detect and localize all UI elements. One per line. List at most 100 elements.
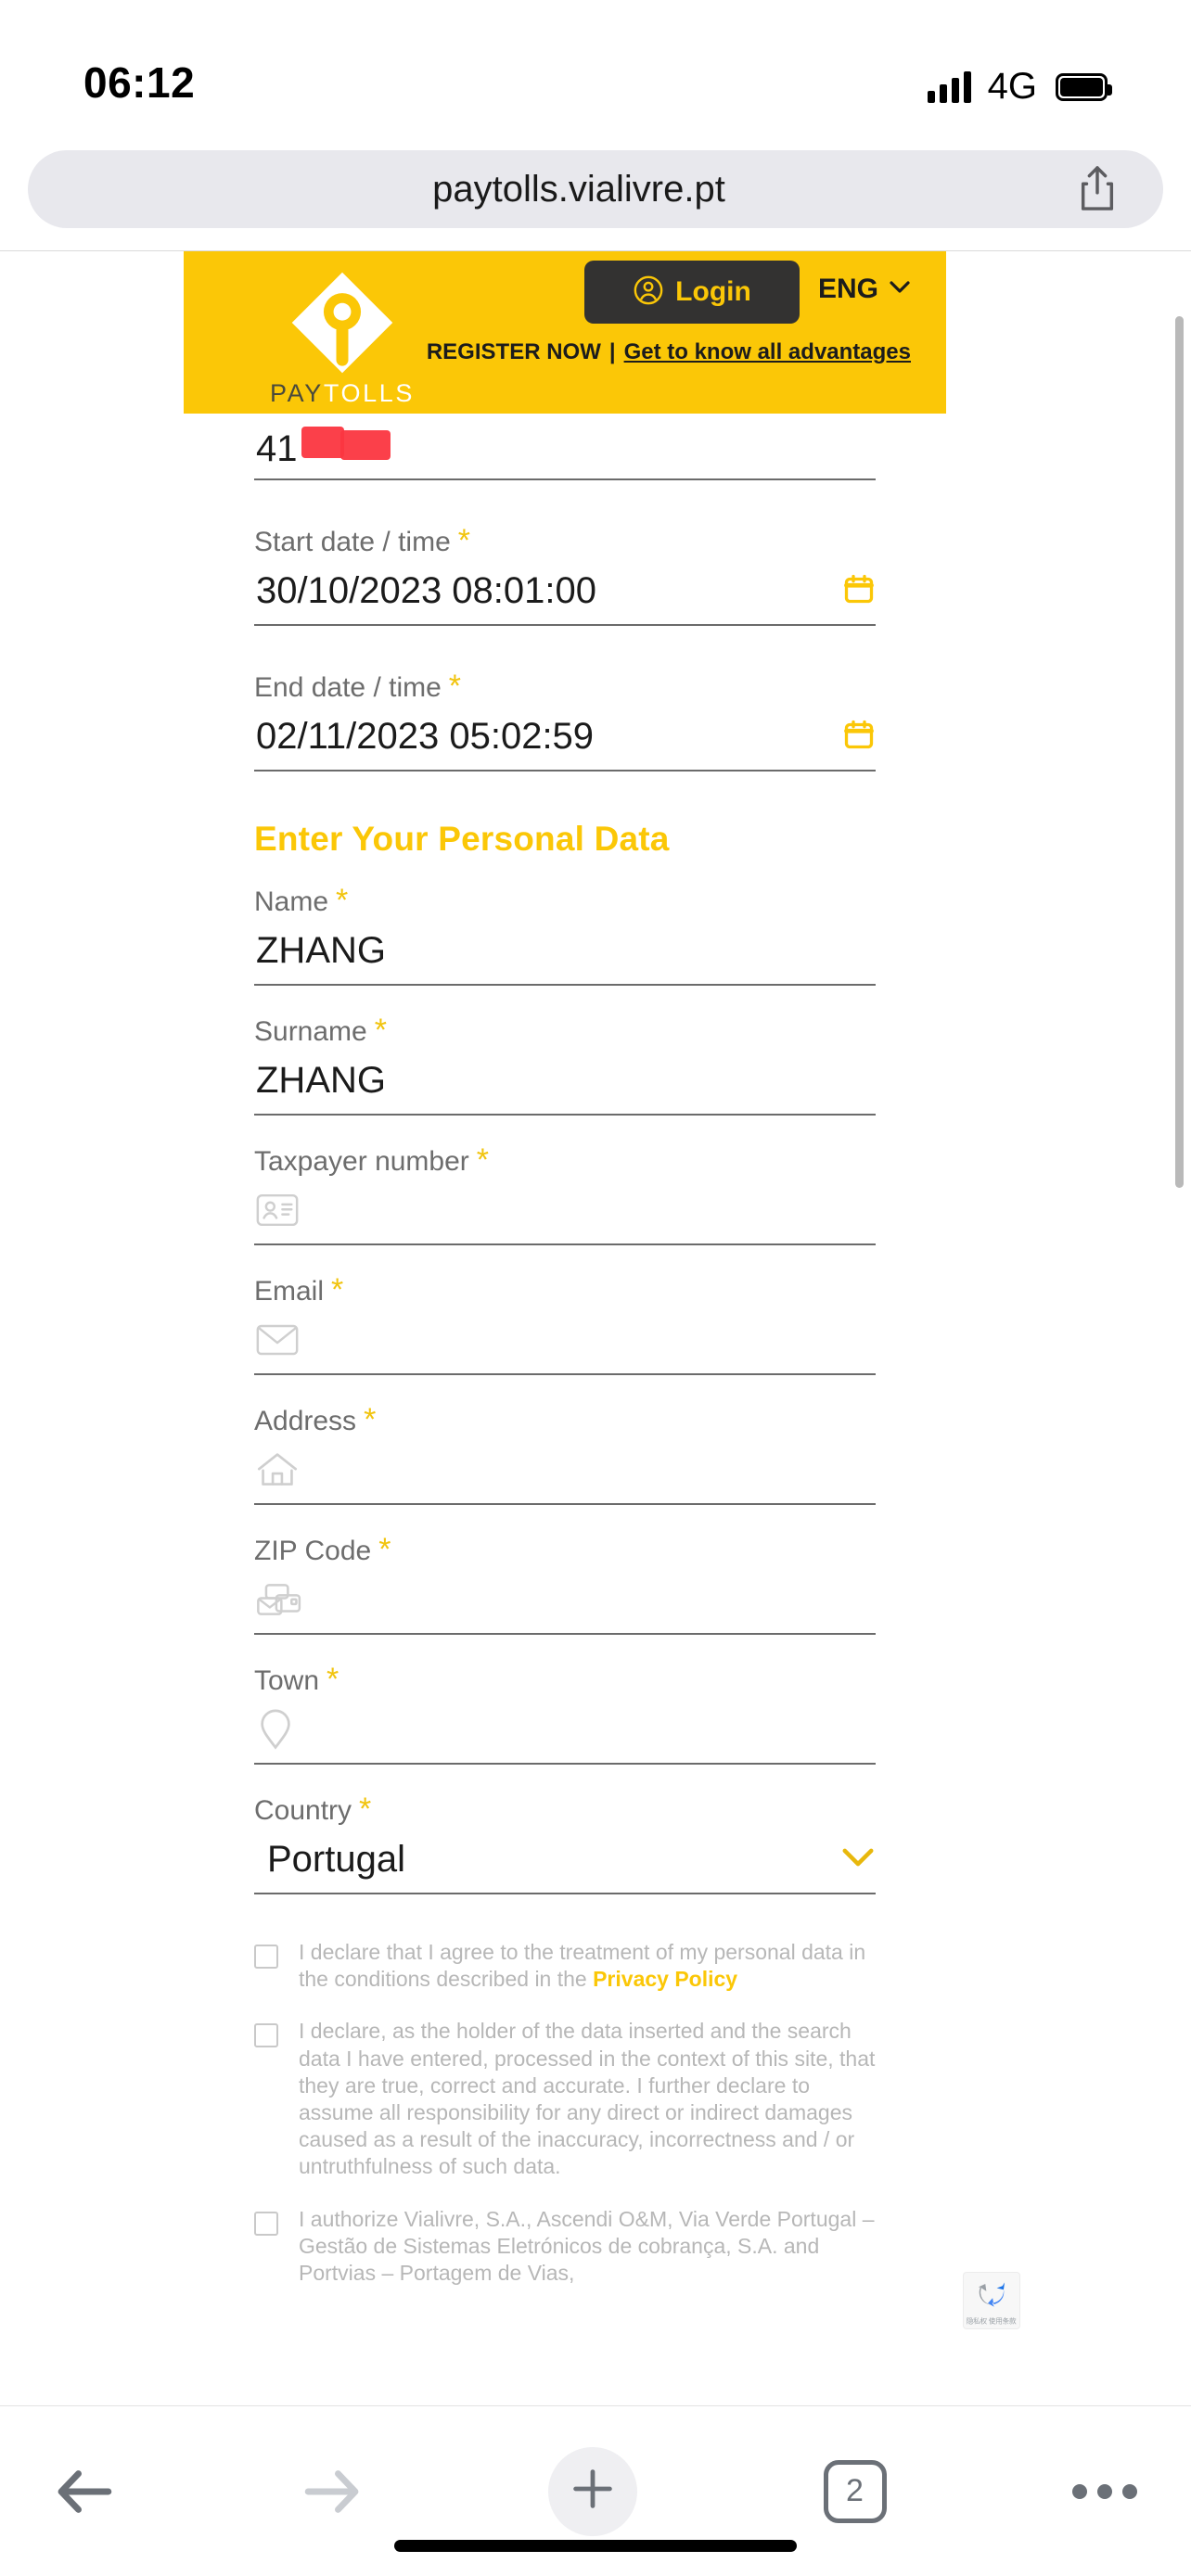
language-selector[interactable]: ENG <box>818 274 911 305</box>
home-indicator <box>394 2540 797 2552</box>
status-bar-network: 4G <box>987 66 1037 107</box>
url-text[interactable]: paytolls.vialivre.pt <box>28 169 1065 210</box>
consent-checkbox-group: I declare that I agree to the treatment … <box>254 1939 885 2287</box>
chevron-down-icon <box>889 280 911 299</box>
required-asterisk: * <box>378 1532 391 1567</box>
consent-item-accuracy[interactable]: I declare, as the holder of the data ins… <box>254 2018 885 2180</box>
recaptcha-legal-text[interactable]: 隐私权 使用条款 <box>967 2315 1017 2325</box>
taxpayer-number-label-row: Taxpayer number * <box>254 1142 876 1178</box>
license-plate-value-row[interactable]: 41 <box>254 419 876 480</box>
name-field[interactable]: Name * ZHANG <box>0 859 1191 986</box>
country-selected-value: Portugal <box>267 1838 405 1880</box>
redaction-overlay <box>298 426 391 469</box>
start-date-field[interactable]: Start date / time * 30/10/2023 08:01:00 <box>0 480 1191 626</box>
taxpayer-number-value-row[interactable] <box>254 1177 876 1245</box>
site-header: PAYTOLLS Login ENG REGISTER NOW | Get to… <box>184 251 946 414</box>
house-icon <box>254 1451 299 1488</box>
recaptcha-icon <box>975 2276 1008 2314</box>
email-label: Email <box>254 1276 325 1307</box>
share-icon[interactable] <box>1065 163 1130 215</box>
consent-checkbox-privacy[interactable] <box>254 1945 278 1969</box>
email-label-row: Email * <box>254 1272 876 1307</box>
consent-text-authorization: I authorize Vialivre, S.A., Ascendi O&M,… <box>299 2206 875 2286</box>
page-scrollbar[interactable] <box>1175 316 1184 1188</box>
personal-data-section-title: Enter Your Personal Data <box>254 820 670 858</box>
country-label: Country <box>254 1795 352 1826</box>
required-asterisk: * <box>448 669 462 704</box>
consent-text-privacy: I declare that I agree to the treatment … <box>299 1939 885 1993</box>
consent-item-authorization[interactable]: I authorize Vialivre, S.A., Ascendi O&M,… <box>254 2206 885 2288</box>
url-bar[interactable]: paytolls.vialivre.pt <box>28 150 1163 228</box>
email-field[interactable]: Email * <box>0 1245 1191 1375</box>
status-bar-time: 06:12 <box>83 58 196 107</box>
email-value-row[interactable] <box>254 1307 876 1375</box>
zip-code-label-row: ZIP Code * <box>254 1532 876 1567</box>
end-date-label: End date / time <box>254 672 442 703</box>
surname-field[interactable]: Surname * ZHANG <box>0 986 1191 1116</box>
login-button[interactable]: Login <box>584 261 800 324</box>
register-row: REGISTER NOW | Get to know all advantage… <box>427 339 911 365</box>
forward-arrow-icon[interactable] <box>301 2466 363 2518</box>
recaptcha-terms-label[interactable]: 使用条款 <box>989 2316 1017 2325</box>
consent-checkbox-accuracy[interactable] <box>254 2023 278 2048</box>
tabs-button[interactable]: 2 <box>823 2459 887 2523</box>
country-select[interactable]: Portugal <box>254 1826 876 1894</box>
logo-text-tolls: TOLLS <box>323 379 415 407</box>
address-value-row[interactable] <box>254 1436 876 1505</box>
privacy-policy-link[interactable]: Privacy Policy <box>593 1967 737 1991</box>
start-date-label-row: Start date / time * <box>254 525 876 557</box>
web-page-viewport: PAYTOLLS Login ENG REGISTER NOW | Get to… <box>0 250 1191 2378</box>
recaptcha-privacy-label[interactable]: 隐私权 <box>967 2316 987 2325</box>
language-selector-label: ENG <box>817 274 878 304</box>
required-asterisk: * <box>374 1013 387 1048</box>
chevron-down-icon[interactable] <box>840 1846 876 1873</box>
required-asterisk: * <box>359 1792 372 1827</box>
calendar-icon[interactable] <box>842 572 876 610</box>
end-date-field[interactable]: End date / time * 02/11/2023 05:02:59 <box>0 626 1191 772</box>
required-asterisk: * <box>331 1272 344 1307</box>
start-date-value-row[interactable]: 30/10/2023 08:01:00 <box>254 557 876 626</box>
advantages-link[interactable]: Get to know all advantages <box>624 339 911 365</box>
end-date-label-row: End date / time * <box>254 669 876 704</box>
status-bar-indicators: 4G <box>927 66 1112 108</box>
mail-card-icon <box>254 1581 302 1618</box>
address-field[interactable]: Address * <box>0 1375 1191 1505</box>
required-asterisk: * <box>336 883 349 918</box>
surname-input[interactable]: ZHANG <box>254 1060 386 1102</box>
town-value-row[interactable] <box>254 1696 876 1765</box>
country-field[interactable]: Country * Portugal <box>0 1765 1191 1894</box>
name-input[interactable]: ZHANG <box>254 930 386 972</box>
paytolls-logo-text: PAYTOLLS <box>254 379 430 408</box>
zip-code-label: ZIP Code <box>254 1536 372 1566</box>
consent-checkbox-authorization[interactable] <box>254 2211 278 2236</box>
town-field[interactable]: Town * <box>0 1635 1191 1765</box>
name-value-row[interactable]: ZHANG <box>254 917 876 986</box>
address-label-row: Address * <box>254 1402 876 1437</box>
zip-code-field[interactable]: ZIP Code * <box>0 1505 1191 1635</box>
required-asterisk: * <box>364 1402 377 1437</box>
surname-value-row[interactable]: ZHANG <box>254 1047 876 1116</box>
browser-url-bar-container: paytolls.vialivre.pt <box>0 139 1191 250</box>
paytolls-logo[interactable]: PAYTOLLS <box>254 268 430 408</box>
signal-bars-icon <box>927 70 971 103</box>
name-label: Name <box>254 886 329 917</box>
zip-code-value-row[interactable] <box>254 1566 876 1635</box>
consent-item-privacy[interactable]: I declare that I agree to the treatment … <box>254 1939 885 1993</box>
back-arrow-icon[interactable] <box>54 2466 115 2518</box>
register-now-link[interactable]: REGISTER NOW <box>427 339 601 365</box>
town-label: Town <box>254 1665 320 1696</box>
login-button-label: Login <box>675 276 751 307</box>
user-circle-icon <box>633 274 664 311</box>
consent-text-privacy-body: I declare that I agree to the treatment … <box>299 1940 866 1992</box>
more-ellipsis-icon[interactable] <box>1072 2483 1137 2499</box>
taxpayer-number-label: Taxpayer number <box>254 1146 469 1177</box>
end-date-value-row[interactable]: 02/11/2023 05:02:59 <box>254 703 876 772</box>
recaptcha-badge[interactable]: 隐私权 使用条款 <box>963 2272 1020 2329</box>
new-tab-button[interactable] <box>548 2446 637 2536</box>
required-asterisk: * <box>476 1142 490 1178</box>
taxpayer-number-field[interactable]: Taxpayer number * <box>0 1116 1191 1245</box>
license-plate-field[interactable]: 41 <box>0 414 1191 480</box>
paytolls-pin-logo-icon <box>288 268 397 377</box>
battery-full-icon <box>1056 72 1112 101</box>
calendar-icon[interactable] <box>842 718 876 756</box>
